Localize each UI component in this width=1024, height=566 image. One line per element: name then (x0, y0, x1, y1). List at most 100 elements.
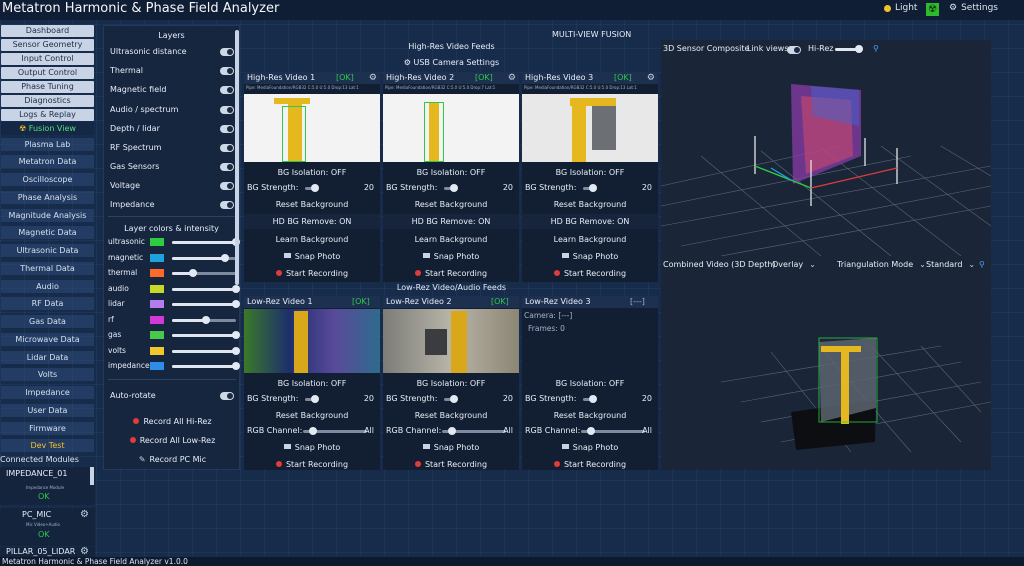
layer-gas[interactable]: Gas Sensors (110, 161, 236, 173)
color-swatch[interactable] (150, 238, 164, 246)
color-swatch[interactable] (150, 362, 164, 370)
nav-metatron-data[interactable]: Metatron Data (1, 155, 94, 168)
rgb-slider[interactable] (442, 427, 506, 435)
bg-strength-slider[interactable] (583, 395, 597, 403)
intensity-slider[interactable] (172, 284, 240, 293)
toggle[interactable] (220, 106, 234, 114)
toggle[interactable] (220, 86, 234, 94)
hd-bg-remove-toggle[interactable]: HD BG Remove: ON (522, 214, 658, 229)
reset-background-button[interactable]: Reset Background (383, 408, 519, 423)
nav-dev-test[interactable]: Dev Test (1, 439, 94, 452)
snap-photo-button[interactable]: Snap Photo (383, 249, 519, 264)
slider-knob[interactable] (232, 331, 240, 339)
learn-background-button[interactable]: Learn Background (244, 232, 380, 247)
color-swatch[interactable] (150, 269, 164, 277)
layer-ultrasonic[interactable]: Ultrasonic distance (110, 46, 236, 58)
cam-gear-icon[interactable]: ⚙ (369, 72, 377, 84)
intensity-slider[interactable] (172, 362, 240, 370)
color-swatch[interactable] (150, 315, 164, 324)
nav-phase-analysis[interactable]: Phase Analysis (1, 191, 94, 204)
rgb-slider[interactable] (581, 427, 645, 435)
color-swatch[interactable] (150, 253, 164, 262)
snap-photo-button[interactable]: Snap Photo (522, 440, 658, 455)
bg-strength-slider[interactable] (305, 184, 319, 192)
nav-lidar-data[interactable]: Lidar Data (1, 351, 94, 364)
start-recording-button[interactable]: Start Recording (383, 457, 519, 472)
snap-photo-button[interactable]: Snap Photo (522, 249, 658, 264)
start-recording-button[interactable]: Start Recording (244, 457, 380, 472)
reset-background-button[interactable]: Reset Background (383, 197, 519, 212)
toggle[interactable] (220, 125, 234, 133)
rgb-slider[interactable] (303, 427, 367, 435)
start-recording-button[interactable]: Start Recording (383, 266, 519, 281)
nav-magnetic-data[interactable]: Magnetic Data (1, 226, 94, 239)
nav-audio[interactable]: Audio (1, 280, 94, 293)
learn-background-button[interactable]: Learn Background (522, 232, 658, 247)
layer-audio[interactable]: Audio / spectrum (110, 104, 236, 116)
slider-knob[interactable] (855, 45, 863, 53)
hi-rez-slider[interactable] (835, 45, 863, 53)
bg-strength-slider[interactable] (583, 184, 597, 192)
record-pc-mic-button[interactable]: ✎ Record PC Mic (104, 455, 241, 464)
toggle[interactable] (220, 182, 234, 190)
nav-sensor-geometry[interactable]: Sensor Geometry (1, 39, 94, 51)
snap-photo-button[interactable]: Snap Photo (383, 440, 519, 455)
layer-depth[interactable]: Depth / lidar (110, 123, 236, 135)
nav-thermal-data[interactable]: Thermal Data (1, 262, 94, 275)
nav-impedance[interactable]: Impedance (1, 386, 94, 399)
intensity-slider[interactable] (172, 346, 240, 355)
color-swatch[interactable] (150, 331, 164, 339)
bg-strength-slider[interactable] (444, 184, 458, 192)
start-recording-button[interactable]: Start Recording (244, 266, 380, 281)
slider-knob[interactable] (311, 184, 319, 192)
nav-rf-data[interactable]: RF Data (1, 297, 94, 310)
cam-gear-icon[interactable]: ⚙ (647, 72, 655, 84)
combined-3d-view[interactable] (661, 272, 991, 470)
toggle[interactable] (220, 163, 234, 171)
intensity-slider[interactable] (172, 315, 236, 324)
settings-button[interactable]: ⚙ Settings (949, 3, 998, 13)
toggle[interactable] (220, 48, 234, 56)
slider-knob[interactable] (311, 395, 319, 403)
slider-knob[interactable] (232, 362, 240, 370)
nav-plasma-lab[interactable]: Plasma Lab (1, 138, 94, 151)
toggle[interactable] (220, 201, 234, 209)
modules-scrollbar[interactable] (90, 467, 94, 485)
slider-knob[interactable] (587, 427, 595, 435)
nav-microwave-data[interactable]: Microwave Data (1, 333, 94, 346)
link-views-toggle[interactable] (787, 46, 801, 54)
layer-rf[interactable]: RF Spectrum (110, 142, 236, 154)
nav-gas-data[interactable]: Gas Data (1, 315, 94, 328)
layers-scrollbar[interactable] (235, 30, 239, 285)
intensity-slider[interactable] (172, 300, 240, 308)
reset-background-button[interactable]: Reset Background (244, 197, 380, 212)
color-swatch[interactable] (150, 300, 164, 308)
slider-knob[interactable] (448, 427, 456, 435)
nav-magnitude-analysis[interactable]: Magnitude Analysis (1, 209, 94, 222)
toggle[interactable] (220, 144, 234, 152)
color-swatch[interactable] (150, 284, 164, 293)
search-icon[interactable]: ⚲ (873, 44, 879, 53)
theme-toggle[interactable]: Light (884, 3, 917, 13)
slider-knob[interactable] (232, 346, 240, 355)
nav-logs-replay[interactable]: Logs & Replay (1, 109, 94, 121)
triangulation-dropdown[interactable]: Triangulation Mode (837, 260, 926, 269)
intensity-slider[interactable] (172, 331, 240, 339)
slider-knob[interactable] (309, 427, 317, 435)
bg-strength-slider[interactable] (305, 395, 319, 403)
nav-volts[interactable]: Volts (1, 368, 94, 381)
slider-knob[interactable] (450, 395, 458, 403)
slider-knob[interactable] (221, 253, 230, 262)
nav-dashboard[interactable]: Dashboard (1, 25, 94, 37)
nav-input-control[interactable]: Input Control (1, 53, 94, 65)
module-settings-icon[interactable]: ⚙ (80, 546, 89, 557)
nav-ultrasonic-data[interactable]: Ultrasonic Data (1, 244, 94, 257)
nav-phase-tuning[interactable]: Phase Tuning (1, 81, 94, 93)
bg-strength-slider[interactable] (444, 395, 458, 403)
nav-diagnostics[interactable]: Diagnostics (1, 95, 94, 107)
nav-output-control[interactable]: Output Control (1, 67, 94, 79)
intensity-slider[interactable] (172, 269, 236, 277)
hazard-button[interactable]: ☢ (926, 3, 939, 16)
reset-background-button[interactable]: Reset Background (522, 408, 658, 423)
usb-camera-settings-button[interactable]: ⚙ USB Camera Settings (244, 58, 659, 67)
